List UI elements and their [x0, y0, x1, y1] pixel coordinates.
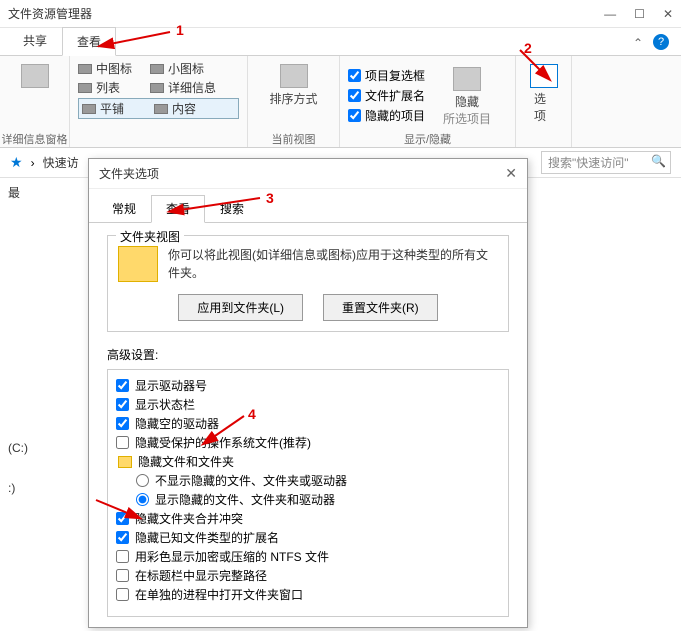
annotation-4: 4: [248, 406, 256, 422]
annotation-3: 3: [266, 190, 274, 206]
annotation-2: 2: [524, 40, 532, 56]
annotation-1: 1: [176, 22, 184, 38]
